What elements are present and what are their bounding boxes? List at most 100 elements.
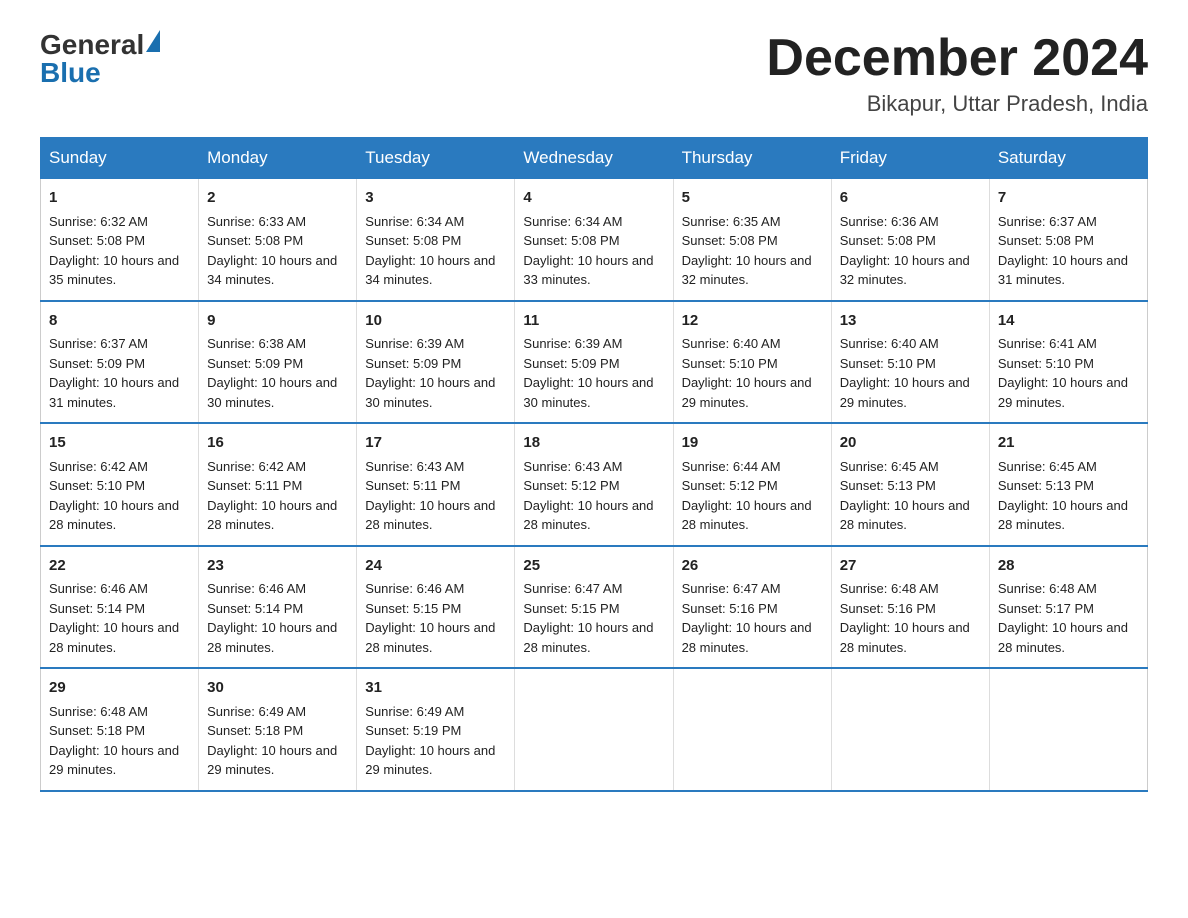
day-number: 11 — [523, 310, 664, 333]
day-number: 19 — [682, 432, 823, 455]
logo-triangle-icon — [146, 30, 160, 52]
calendar-day-cell: 8Sunrise: 6:37 AMSunset: 5:09 PMDaylight… — [41, 301, 199, 424]
calendar-day-cell: 1Sunrise: 6:32 AMSunset: 5:08 PMDaylight… — [41, 179, 199, 301]
calendar-day-cell: 30Sunrise: 6:49 AMSunset: 5:18 PMDayligh… — [199, 668, 357, 791]
calendar-day-cell: 25Sunrise: 6:47 AMSunset: 5:15 PMDayligh… — [515, 546, 673, 669]
day-info: Sunrise: 6:42 AMSunset: 5:11 PMDaylight:… — [207, 457, 348, 535]
day-info: Sunrise: 6:44 AMSunset: 5:12 PMDaylight:… — [682, 457, 823, 535]
calendar-week-row: 8Sunrise: 6:37 AMSunset: 5:09 PMDaylight… — [41, 301, 1148, 424]
day-number: 4 — [523, 187, 664, 210]
calendar-day-cell — [515, 668, 673, 791]
day-number: 2 — [207, 187, 348, 210]
calendar-day-cell: 14Sunrise: 6:41 AMSunset: 5:10 PMDayligh… — [989, 301, 1147, 424]
day-number: 5 — [682, 187, 823, 210]
day-info: Sunrise: 6:48 AMSunset: 5:16 PMDaylight:… — [840, 579, 981, 657]
day-number: 14 — [998, 310, 1139, 333]
calendar-week-row: 1Sunrise: 6:32 AMSunset: 5:08 PMDaylight… — [41, 179, 1148, 301]
day-info: Sunrise: 6:32 AMSunset: 5:08 PMDaylight:… — [49, 212, 190, 290]
day-of-week-header: Sunday — [41, 138, 199, 179]
calendar-day-cell: 31Sunrise: 6:49 AMSunset: 5:19 PMDayligh… — [357, 668, 515, 791]
day-number: 20 — [840, 432, 981, 455]
calendar-table: SundayMondayTuesdayWednesdayThursdayFrid… — [40, 137, 1148, 792]
day-info: Sunrise: 6:37 AMSunset: 5:08 PMDaylight:… — [998, 212, 1139, 290]
location-title: Bikapur, Uttar Pradesh, India — [766, 91, 1148, 117]
day-info: Sunrise: 6:34 AMSunset: 5:08 PMDaylight:… — [365, 212, 506, 290]
day-info: Sunrise: 6:43 AMSunset: 5:12 PMDaylight:… — [523, 457, 664, 535]
calendar-header-row: SundayMondayTuesdayWednesdayThursdayFrid… — [41, 138, 1148, 179]
calendar-day-cell: 26Sunrise: 6:47 AMSunset: 5:16 PMDayligh… — [673, 546, 831, 669]
calendar-day-cell: 18Sunrise: 6:43 AMSunset: 5:12 PMDayligh… — [515, 423, 673, 546]
calendar-day-cell: 13Sunrise: 6:40 AMSunset: 5:10 PMDayligh… — [831, 301, 989, 424]
day-info: Sunrise: 6:38 AMSunset: 5:09 PMDaylight:… — [207, 334, 348, 412]
day-number: 13 — [840, 310, 981, 333]
day-number: 16 — [207, 432, 348, 455]
day-number: 1 — [49, 187, 190, 210]
calendar-day-cell: 28Sunrise: 6:48 AMSunset: 5:17 PMDayligh… — [989, 546, 1147, 669]
day-info: Sunrise: 6:40 AMSunset: 5:10 PMDaylight:… — [840, 334, 981, 412]
page-header: General Blue December 2024 Bikapur, Utta… — [40, 30, 1148, 117]
calendar-day-cell: 22Sunrise: 6:46 AMSunset: 5:14 PMDayligh… — [41, 546, 199, 669]
day-number: 18 — [523, 432, 664, 455]
day-info: Sunrise: 6:45 AMSunset: 5:13 PMDaylight:… — [840, 457, 981, 535]
calendar-day-cell: 20Sunrise: 6:45 AMSunset: 5:13 PMDayligh… — [831, 423, 989, 546]
day-info: Sunrise: 6:46 AMSunset: 5:14 PMDaylight:… — [49, 579, 190, 657]
logo-blue-text: Blue — [40, 57, 101, 88]
calendar-day-cell: 6Sunrise: 6:36 AMSunset: 5:08 PMDaylight… — [831, 179, 989, 301]
day-number: 21 — [998, 432, 1139, 455]
day-number: 23 — [207, 555, 348, 578]
day-number: 3 — [365, 187, 506, 210]
day-info: Sunrise: 6:47 AMSunset: 5:15 PMDaylight:… — [523, 579, 664, 657]
calendar-week-row: 15Sunrise: 6:42 AMSunset: 5:10 PMDayligh… — [41, 423, 1148, 546]
calendar-day-cell — [989, 668, 1147, 791]
day-info: Sunrise: 6:36 AMSunset: 5:08 PMDaylight:… — [840, 212, 981, 290]
day-of-week-header: Saturday — [989, 138, 1147, 179]
day-info: Sunrise: 6:39 AMSunset: 5:09 PMDaylight:… — [523, 334, 664, 412]
calendar-day-cell: 24Sunrise: 6:46 AMSunset: 5:15 PMDayligh… — [357, 546, 515, 669]
day-info: Sunrise: 6:45 AMSunset: 5:13 PMDaylight:… — [998, 457, 1139, 535]
calendar-day-cell: 27Sunrise: 6:48 AMSunset: 5:16 PMDayligh… — [831, 546, 989, 669]
day-info: Sunrise: 6:41 AMSunset: 5:10 PMDaylight:… — [998, 334, 1139, 412]
day-of-week-header: Thursday — [673, 138, 831, 179]
calendar-day-cell: 9Sunrise: 6:38 AMSunset: 5:09 PMDaylight… — [199, 301, 357, 424]
day-number: 29 — [49, 677, 190, 700]
day-number: 9 — [207, 310, 348, 333]
calendar-day-cell: 3Sunrise: 6:34 AMSunset: 5:08 PMDaylight… — [357, 179, 515, 301]
day-number: 24 — [365, 555, 506, 578]
day-number: 15 — [49, 432, 190, 455]
calendar-day-cell: 11Sunrise: 6:39 AMSunset: 5:09 PMDayligh… — [515, 301, 673, 424]
day-number: 17 — [365, 432, 506, 455]
day-info: Sunrise: 6:49 AMSunset: 5:18 PMDaylight:… — [207, 702, 348, 780]
day-info: Sunrise: 6:43 AMSunset: 5:11 PMDaylight:… — [365, 457, 506, 535]
calendar-week-row: 29Sunrise: 6:48 AMSunset: 5:18 PMDayligh… — [41, 668, 1148, 791]
calendar-day-cell: 12Sunrise: 6:40 AMSunset: 5:10 PMDayligh… — [673, 301, 831, 424]
day-info: Sunrise: 6:40 AMSunset: 5:10 PMDaylight:… — [682, 334, 823, 412]
day-number: 10 — [365, 310, 506, 333]
calendar-day-cell: 23Sunrise: 6:46 AMSunset: 5:14 PMDayligh… — [199, 546, 357, 669]
day-number: 8 — [49, 310, 190, 333]
day-info: Sunrise: 6:37 AMSunset: 5:09 PMDaylight:… — [49, 334, 190, 412]
day-number: 6 — [840, 187, 981, 210]
day-info: Sunrise: 6:34 AMSunset: 5:08 PMDaylight:… — [523, 212, 664, 290]
day-info: Sunrise: 6:49 AMSunset: 5:19 PMDaylight:… — [365, 702, 506, 780]
day-info: Sunrise: 6:42 AMSunset: 5:10 PMDaylight:… — [49, 457, 190, 535]
day-number: 27 — [840, 555, 981, 578]
calendar-day-cell: 21Sunrise: 6:45 AMSunset: 5:13 PMDayligh… — [989, 423, 1147, 546]
day-number: 25 — [523, 555, 664, 578]
calendar-day-cell — [673, 668, 831, 791]
calendar-day-cell — [831, 668, 989, 791]
day-number: 12 — [682, 310, 823, 333]
calendar-day-cell: 15Sunrise: 6:42 AMSunset: 5:10 PMDayligh… — [41, 423, 199, 546]
day-info: Sunrise: 6:48 AMSunset: 5:17 PMDaylight:… — [998, 579, 1139, 657]
calendar-day-cell: 29Sunrise: 6:48 AMSunset: 5:18 PMDayligh… — [41, 668, 199, 791]
day-info: Sunrise: 6:35 AMSunset: 5:08 PMDaylight:… — [682, 212, 823, 290]
day-info: Sunrise: 6:46 AMSunset: 5:15 PMDaylight:… — [365, 579, 506, 657]
calendar-day-cell: 4Sunrise: 6:34 AMSunset: 5:08 PMDaylight… — [515, 179, 673, 301]
day-info: Sunrise: 6:48 AMSunset: 5:18 PMDaylight:… — [49, 702, 190, 780]
day-of-week-header: Friday — [831, 138, 989, 179]
calendar-day-cell: 2Sunrise: 6:33 AMSunset: 5:08 PMDaylight… — [199, 179, 357, 301]
day-number: 28 — [998, 555, 1139, 578]
day-info: Sunrise: 6:47 AMSunset: 5:16 PMDaylight:… — [682, 579, 823, 657]
calendar-day-cell: 16Sunrise: 6:42 AMSunset: 5:11 PMDayligh… — [199, 423, 357, 546]
calendar-week-row: 22Sunrise: 6:46 AMSunset: 5:14 PMDayligh… — [41, 546, 1148, 669]
logo-general-text: General — [40, 29, 144, 60]
